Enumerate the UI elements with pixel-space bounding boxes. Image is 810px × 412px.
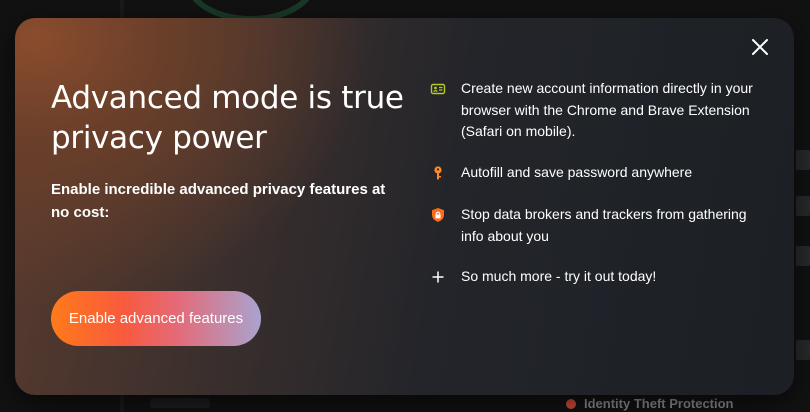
feature-item: Autofill and save password anywhere bbox=[430, 162, 770, 184]
background-menu-item-label: Identity Theft Protection bbox=[584, 396, 734, 411]
close-button[interactable] bbox=[750, 37, 770, 57]
feature-text: So much more - try it out today! bbox=[461, 268, 657, 284]
background-text-fragment bbox=[796, 246, 810, 266]
feature-item: So much more - try it out today! bbox=[430, 266, 770, 288]
key-icon bbox=[430, 165, 446, 181]
background-text-fragment bbox=[796, 196, 810, 216]
feature-item: Stop data brokers and trackers from gath… bbox=[430, 204, 770, 247]
modal-headline: Advanced mode is true privacy power bbox=[51, 80, 404, 156]
status-dot-icon bbox=[566, 399, 576, 409]
background-text-fragment bbox=[796, 150, 810, 170]
feature-text: Autofill and save password anywhere bbox=[461, 163, 693, 180]
feature-text: Stop data brokers and trackers from gath… bbox=[461, 206, 747, 244]
feature-list: Create new account information directly … bbox=[430, 78, 770, 288]
id-card-icon bbox=[430, 81, 446, 97]
background-text-fragment bbox=[150, 398, 210, 408]
background-menu-item: Identity Theft Protection bbox=[566, 396, 734, 411]
background-text-fragment bbox=[796, 340, 810, 360]
close-icon bbox=[752, 39, 768, 55]
advanced-mode-modal: Advanced mode is true privacy power Enab… bbox=[15, 18, 794, 395]
modal-subheadline: Enable incredible advanced privacy featu… bbox=[51, 181, 386, 221]
enable-advanced-features-button[interactable]: Enable advanced features bbox=[51, 291, 261, 346]
feature-text: Create new account information directly … bbox=[461, 80, 753, 139]
plus-icon bbox=[430, 269, 446, 285]
shield-lock-icon bbox=[430, 207, 446, 223]
feature-item: Create new account information directly … bbox=[430, 78, 770, 143]
